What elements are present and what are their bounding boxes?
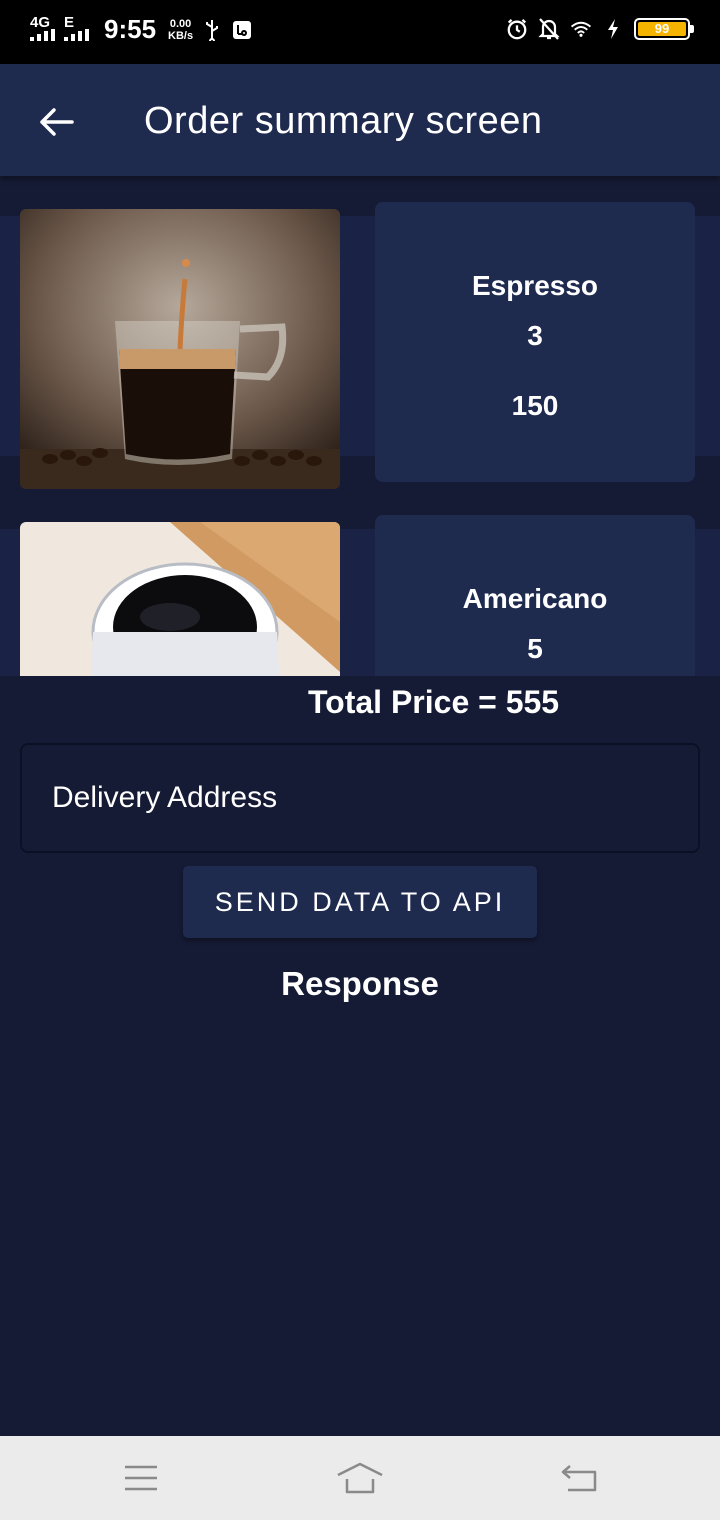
item-name: Americano [462,583,608,614]
status-bar: 4G E 9:55 0.00 KB/s 99 [0,0,720,64]
alarm-icon [506,18,528,40]
delivery-address-input[interactable] [22,745,698,851]
usb-icon [201,19,223,41]
americano-cup-image [20,522,340,676]
signal-icon [30,28,55,41]
network-indicator: 4G [30,15,56,43]
network-speed: 0.00 KB/s [168,17,194,42]
vpn-icon [231,19,253,41]
battery-icon: 99 [634,18,694,40]
clock: 9:55 [104,14,157,44]
battery-level: 99 [638,22,686,36]
response-label: Response [281,965,439,1002]
home-icon [337,1462,383,1494]
arrow-left-icon [40,108,74,136]
total-price: Total Price = 555 [0,676,720,726]
espresso-cup-image [20,209,340,489]
charging-icon [602,18,624,40]
home-button[interactable] [335,1456,385,1500]
item-quantity: 3 [527,320,543,351]
signal-icon-2 [64,28,89,41]
system-nav-bar [0,1436,720,1520]
back-icon [561,1465,597,1492]
delivery-address-field[interactable] [20,743,700,853]
back-nav-button[interactable] [554,1456,604,1500]
mute-icon [538,18,560,40]
menu-button[interactable] [116,1456,166,1500]
back-button[interactable] [34,100,78,144]
status-left: 4G E 9:55 0.00 KB/s [30,14,253,45]
order-card[interactable]: Espresso 3 150 [375,202,695,482]
item-name: Espresso [471,270,599,301]
app-bar: Order summary screen [0,64,720,176]
item-quantity: 5 [527,633,543,664]
menu-icon [125,1465,157,1491]
order-card[interactable]: Americano 5 [375,515,695,676]
status-right: 99 [506,18,694,40]
order-list[interactable]: Espresso 3 150 Americano 5 [0,176,720,676]
wifi-icon [570,18,592,40]
network-indicator-2: E [64,15,90,43]
send-data-button[interactable]: SEND DATA TO API [183,866,537,938]
item-price: 150 [511,390,559,421]
page-title: Order summary screen [144,100,543,142]
